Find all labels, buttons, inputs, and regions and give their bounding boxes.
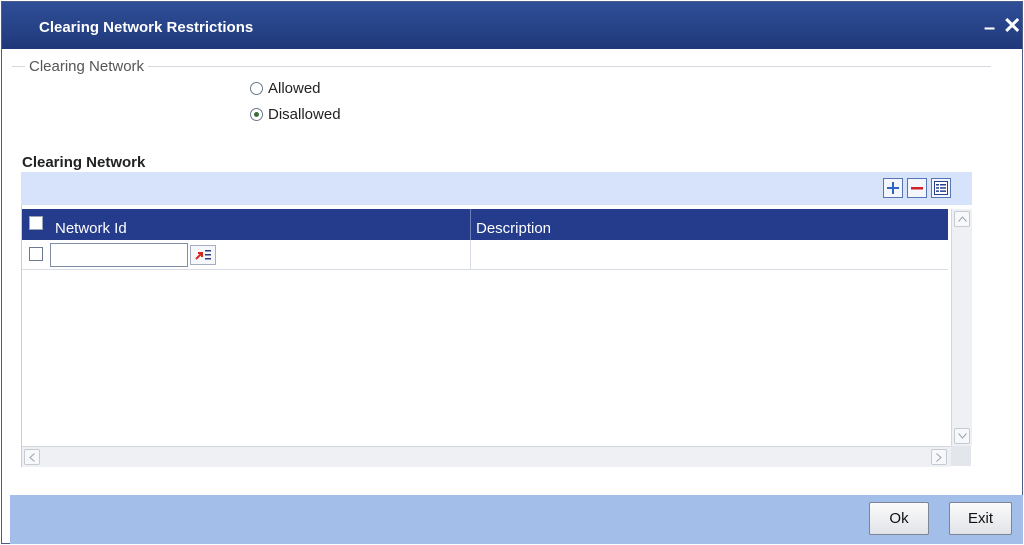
list-of-values-icon	[195, 250, 211, 260]
disallowed-label: Disallowed	[268, 106, 341, 123]
vertical-scrollbar[interactable]	[951, 209, 972, 446]
column-header-description[interactable]: Description	[476, 220, 551, 237]
allowed-radio[interactable]	[250, 82, 263, 95]
footer-bar: Ok Exit	[10, 495, 1023, 544]
row-select-checkbox[interactable]	[29, 247, 43, 261]
lov-button[interactable]	[190, 245, 216, 265]
chevron-right-icon	[936, 452, 942, 462]
select-all-checkbox[interactable]	[29, 216, 43, 230]
column-divider	[470, 209, 471, 240]
radio-option-disallowed[interactable]: Disallowed	[250, 106, 341, 123]
close-icon[interactable]: ✕	[1003, 13, 1021, 39]
scroll-up-button[interactable]	[954, 211, 970, 227]
minus-icon	[911, 187, 923, 190]
list-view-icon	[934, 181, 948, 195]
title-bar: Clearing Network Restrictions – ✕	[2, 2, 1022, 49]
chevron-up-icon	[957, 216, 967, 222]
grid-header: Network Id Description	[22, 209, 948, 240]
scrollbar-corner	[951, 446, 971, 466]
chevron-down-icon	[957, 433, 967, 439]
cell-divider	[470, 240, 471, 269]
dialog-window: Clearing Network Restrictions – ✕ Cleari…	[1, 1, 1023, 544]
fieldset-divider	[12, 66, 991, 67]
allowed-label: Allowed	[268, 80, 321, 97]
exit-button[interactable]: Exit	[949, 502, 1012, 535]
radio-option-allowed[interactable]: Allowed	[250, 80, 321, 97]
chevron-left-icon	[29, 452, 35, 462]
grid-toolbar	[21, 172, 972, 205]
grid-caption: Clearing Network	[22, 154, 146, 171]
ok-button[interactable]: Ok	[869, 502, 929, 535]
table-row	[22, 240, 948, 270]
clearing-network-legend: Clearing Network	[25, 58, 149, 75]
disallowed-radio[interactable]	[250, 108, 263, 121]
clearing-network-grid: Network Id Description	[21, 205, 973, 467]
window-title: Clearing Network Restrictions	[39, 19, 254, 36]
delete-row-button[interactable]	[907, 178, 927, 198]
single-view-button[interactable]	[931, 178, 951, 198]
column-header-network-id[interactable]: Network Id	[55, 220, 127, 237]
scroll-down-button[interactable]	[954, 428, 970, 444]
add-row-button[interactable]	[883, 178, 903, 198]
minimize-icon[interactable]: –	[984, 18, 995, 38]
network-id-input[interactable]	[50, 243, 188, 267]
scroll-left-button[interactable]	[24, 449, 40, 465]
horizontal-scrollbar[interactable]	[22, 446, 951, 467]
scroll-right-button[interactable]	[931, 449, 947, 465]
plus-icon	[887, 182, 899, 194]
